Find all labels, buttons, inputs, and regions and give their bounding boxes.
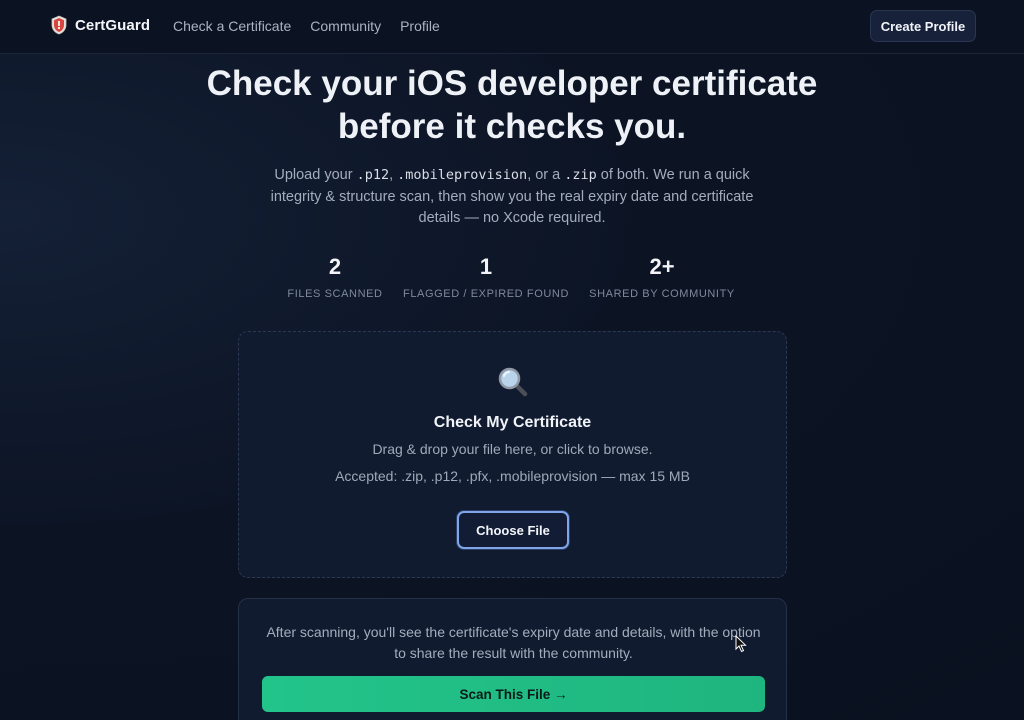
scan-file-button[interactable]: Scan This File → xyxy=(262,676,765,712)
hero-text: , xyxy=(389,167,398,183)
page-title-line-2: before it checks you. xyxy=(337,107,687,146)
main-nav: Check a Certificate Community Profile xyxy=(173,18,459,34)
stat-label: Shared by Community xyxy=(589,288,735,300)
hero-text: Upload your xyxy=(274,167,357,183)
scan-panel: After scanning, you'll see the certifica… xyxy=(238,598,787,720)
stat-flagged-expired: 1 Flagged / Expired Found xyxy=(401,254,571,300)
hero-code-mobileprovision: .mobileprovision xyxy=(397,167,528,183)
brand[interactable]: CertGuard xyxy=(51,15,150,35)
accepted-file-types: Accepted: .zip, .p12, .pfx, .mobileprovi… xyxy=(335,468,690,484)
hero-code-p12: .p12 xyxy=(356,167,390,183)
stat-value: 2+ xyxy=(649,254,675,279)
file-drop-zone[interactable]: Check My Certificate Drag & drop your fi… xyxy=(238,331,787,578)
page-title-line-1: Check your iOS developer certificate xyxy=(206,64,818,103)
page-title: Check your iOS developer certificate bef… xyxy=(0,62,1024,148)
stat-files-scanned: 2 Files Scanned xyxy=(270,254,400,300)
stat-value: 2 xyxy=(328,254,342,279)
stat-value: 1 xyxy=(479,254,493,279)
nav-link-community[interactable]: Community xyxy=(310,18,381,34)
upload-title: Check My Certificate xyxy=(433,414,592,431)
stat-shared-community: 2+ Shared by Community xyxy=(582,254,742,300)
magnifying-glass-icon xyxy=(498,367,528,397)
upload-hint: Drag & drop your file here, or click to … xyxy=(372,441,653,457)
nav-link-profile[interactable]: Profile xyxy=(400,18,440,34)
hero-code-zip: .zip xyxy=(564,167,597,183)
mouse-pointer-icon xyxy=(735,635,747,653)
top-nav-bar: CertGuard Check a Certificate Community … xyxy=(0,0,1024,54)
brand-name: CertGuard xyxy=(75,16,151,34)
create-profile-button[interactable]: Create Profile xyxy=(870,10,976,42)
shield-icon xyxy=(51,15,67,35)
hero-text: , or a xyxy=(527,167,565,183)
choose-file-button[interactable]: Choose File xyxy=(457,511,569,549)
stat-label: Files Scanned xyxy=(287,288,383,300)
scan-note: After scanning, you'll see the certifica… xyxy=(266,624,761,661)
nav-link-check-certificate[interactable]: Check a Certificate xyxy=(173,18,291,34)
stat-label: Flagged / Expired Found xyxy=(403,288,569,300)
hero-description: Upload your .p12, .mobileprovision, or a… xyxy=(262,165,762,230)
